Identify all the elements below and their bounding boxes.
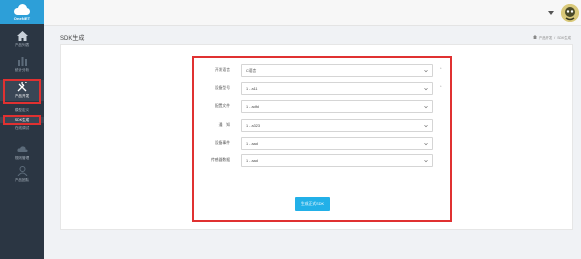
sidebar-sub-item-debug[interactable]: 在线调试 xyxy=(0,126,44,131)
sidebar-item-product-list[interactable]: 产品列表 xyxy=(0,31,44,51)
home-icon[interactable] xyxy=(532,35,537,40)
sidebar-sub-item-model[interactable]: 模型定义 xyxy=(0,108,44,113)
cloud-logo-icon xyxy=(11,3,33,15)
bar-chart-icon xyxy=(16,56,28,66)
team-icon xyxy=(16,166,28,176)
page-title: SDK生成 xyxy=(60,36,85,42)
sidebar-item-label: 规则管理 xyxy=(14,156,30,160)
sidebar-item-rules[interactable]: 规则管理 xyxy=(0,144,44,164)
breadcrumb-current: SDK生成 xyxy=(557,36,571,40)
sidebar-item-label: 统计分析 xyxy=(14,68,30,72)
top-bar xyxy=(44,0,581,26)
logo[interactable]: OneNET xyxy=(0,0,44,24)
breadcrumb: 产品开发 / SDK生成 xyxy=(532,35,571,40)
sidebar-item-label: 产品团队 xyxy=(14,178,30,182)
breadcrumb-separator: / xyxy=(554,35,556,40)
highlight-product-dev xyxy=(3,79,41,104)
sidebar-item-statistics[interactable]: 统计分析 xyxy=(0,56,44,76)
highlight-form xyxy=(192,56,452,222)
highlight-sdk-item xyxy=(3,115,41,125)
breadcrumb-parent[interactable]: 产品开发 xyxy=(539,35,553,40)
home-icon xyxy=(16,31,28,41)
avatar[interactable] xyxy=(561,4,579,22)
sidebar-item-team[interactable]: 产品团队 xyxy=(0,166,44,186)
chevron-down-icon[interactable] xyxy=(548,11,554,15)
sidebar-item-label: 产品列表 xyxy=(14,43,30,47)
logo-text: OneNET xyxy=(13,15,31,21)
cloud-icon xyxy=(16,144,28,154)
